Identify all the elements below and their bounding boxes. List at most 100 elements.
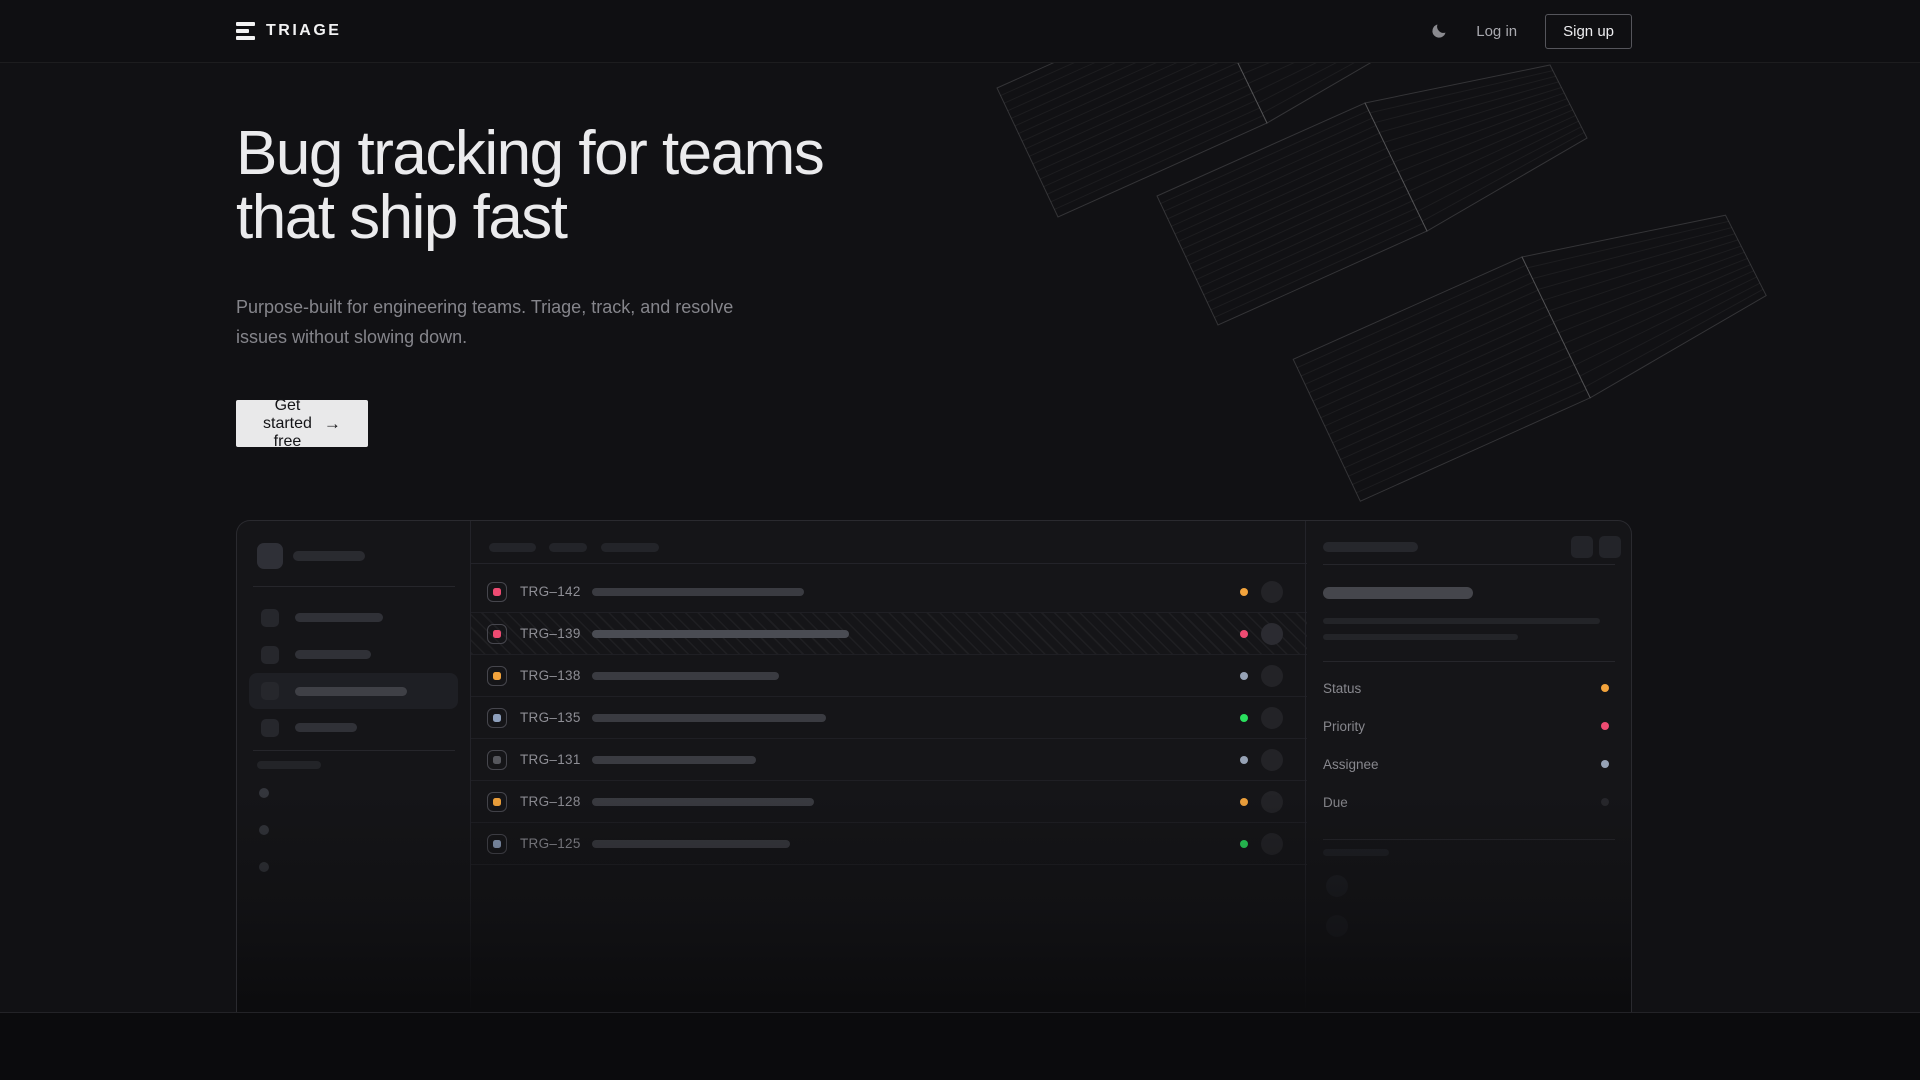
issue-row: TRG–128 xyxy=(471,781,1307,823)
sidebar-item xyxy=(237,636,470,673)
brand: TRIAGE xyxy=(236,22,341,40)
get-started-button[interactable]: Get started free → xyxy=(236,400,368,447)
sidebar-item xyxy=(237,709,470,746)
section-label-placeholder xyxy=(257,761,321,769)
issue-row: TRG–135 xyxy=(471,697,1307,739)
sidebar-item-active xyxy=(249,673,458,709)
issue-row: TRG–139 xyxy=(471,613,1307,655)
issue-title-placeholder xyxy=(592,588,804,596)
issue-title-placeholder xyxy=(592,630,849,638)
detail-text-placeholder xyxy=(1323,618,1600,624)
sidebar-dot xyxy=(259,862,269,872)
assignee-avatar-placeholder xyxy=(1261,833,1283,855)
divider xyxy=(253,750,455,751)
assignee-avatar-placeholder xyxy=(1261,707,1283,729)
issue-title-placeholder xyxy=(592,840,790,848)
issue-type-icon xyxy=(487,624,507,644)
filter-pill xyxy=(601,543,659,552)
issue-id: TRG–128 xyxy=(520,794,582,809)
detail-field-due: Due xyxy=(1306,783,1631,821)
detail-header-placeholder xyxy=(1323,542,1418,552)
field-value-dot xyxy=(1601,760,1609,768)
issue-title-placeholder xyxy=(592,756,756,764)
assignee-avatar-placeholder xyxy=(1261,581,1283,603)
moon-icon[interactable] xyxy=(1430,22,1448,40)
detail-field-priority: Priority xyxy=(1306,707,1631,745)
status-dot xyxy=(1240,798,1248,806)
workspace-name-placeholder xyxy=(293,551,365,561)
filter-pill xyxy=(489,543,536,552)
sidebar-item xyxy=(237,599,470,636)
divider xyxy=(1323,564,1615,565)
brand-name: TRIAGE xyxy=(266,22,341,40)
login-link[interactable]: Log in xyxy=(1476,23,1517,40)
field-value-dot xyxy=(1601,798,1609,806)
field-value-dot xyxy=(1601,684,1609,692)
status-dot xyxy=(1240,756,1248,764)
filter-pill xyxy=(549,543,587,552)
nav-right: Log in Sign up xyxy=(1430,14,1632,49)
wireframe-planes-decor xyxy=(0,0,1920,560)
assignee-avatar-placeholder xyxy=(1261,623,1283,645)
comment-avatar-placeholder xyxy=(1326,915,1348,937)
issue-row: TRG–142 xyxy=(471,571,1307,613)
mockup-issue-list: TRG–142 TRG–139 TRG–138 TRG–135 TRG–131 TRG–1… xyxy=(471,521,1307,1012)
issue-title-placeholder xyxy=(592,798,814,806)
status-dot xyxy=(1240,714,1248,722)
issue-rows: TRG–142 TRG–139 TRG–138 TRG–135 TRG–131 TRG–1… xyxy=(471,571,1307,865)
issue-type-icon xyxy=(487,582,507,602)
detail-field-assignee: Assignee xyxy=(1306,745,1631,783)
issue-row: TRG–125 xyxy=(471,823,1307,865)
footer-band xyxy=(0,1012,1920,1080)
assignee-avatar-placeholder xyxy=(1261,749,1283,771)
detail-title-placeholder xyxy=(1323,587,1473,599)
comment-avatar-placeholder xyxy=(1326,875,1348,897)
issue-list-header xyxy=(471,521,1307,564)
triage-logo-icon xyxy=(236,22,255,40)
panel-action-placeholder xyxy=(1599,536,1621,558)
navbar: TRIAGE Log in Sign up xyxy=(0,0,1920,63)
mockup-sidebar xyxy=(237,521,471,1012)
issue-type-icon xyxy=(487,750,507,770)
issue-type-icon xyxy=(487,834,507,854)
detail-section-placeholder xyxy=(1323,849,1389,856)
landing-page: TRIAGE Log in Sign up Bug tracking for t… xyxy=(0,0,1920,1080)
divider xyxy=(1323,661,1615,662)
status-dot xyxy=(1240,840,1248,848)
divider xyxy=(253,586,455,587)
sidebar-dot xyxy=(259,825,269,835)
issue-type-icon xyxy=(487,666,507,686)
issue-id: TRG–139 xyxy=(520,626,582,641)
detail-fields: StatusPriorityAssigneeDue xyxy=(1306,669,1631,821)
app-mockup: TRG–142 TRG–139 TRG–138 TRG–135 TRG–131 TRG–1… xyxy=(236,520,1632,1012)
status-dot xyxy=(1240,672,1248,680)
detail-text-placeholder xyxy=(1323,634,1518,640)
issue-row: TRG–131 xyxy=(471,739,1307,781)
sidebar-nav xyxy=(237,599,470,746)
signup-button[interactable]: Sign up xyxy=(1545,14,1632,49)
workspace-logo-placeholder xyxy=(257,543,283,569)
hero-subtitle: Purpose-built for engineering teams. Tri… xyxy=(236,292,736,352)
issue-id: TRG–131 xyxy=(520,752,582,767)
detail-field-status: Status xyxy=(1306,669,1631,707)
sidebar-dot xyxy=(259,788,269,798)
mockup-detail-panel: StatusPriorityAssigneeDue xyxy=(1305,521,1631,1012)
issue-type-icon xyxy=(487,708,507,728)
issue-row: TRG–138 xyxy=(471,655,1307,697)
arrow-right-icon: → xyxy=(324,414,341,434)
status-dot xyxy=(1240,630,1248,638)
cta-label: Get started free xyxy=(263,397,312,451)
issue-id: TRG–135 xyxy=(520,710,582,725)
issue-id: TRG–142 xyxy=(520,584,582,599)
assignee-avatar-placeholder xyxy=(1261,665,1283,687)
issue-title-placeholder xyxy=(592,672,779,680)
issue-id: TRG–138 xyxy=(520,668,582,683)
assignee-avatar-placeholder xyxy=(1261,791,1283,813)
status-dot xyxy=(1240,588,1248,596)
hero-title: Bug tracking for teamsthat ship fast xyxy=(236,122,1036,250)
panel-action-placeholder xyxy=(1571,536,1593,558)
issue-title-placeholder xyxy=(592,714,826,722)
divider xyxy=(1323,839,1615,840)
issue-type-icon xyxy=(487,792,507,812)
field-value-dot xyxy=(1601,722,1609,730)
